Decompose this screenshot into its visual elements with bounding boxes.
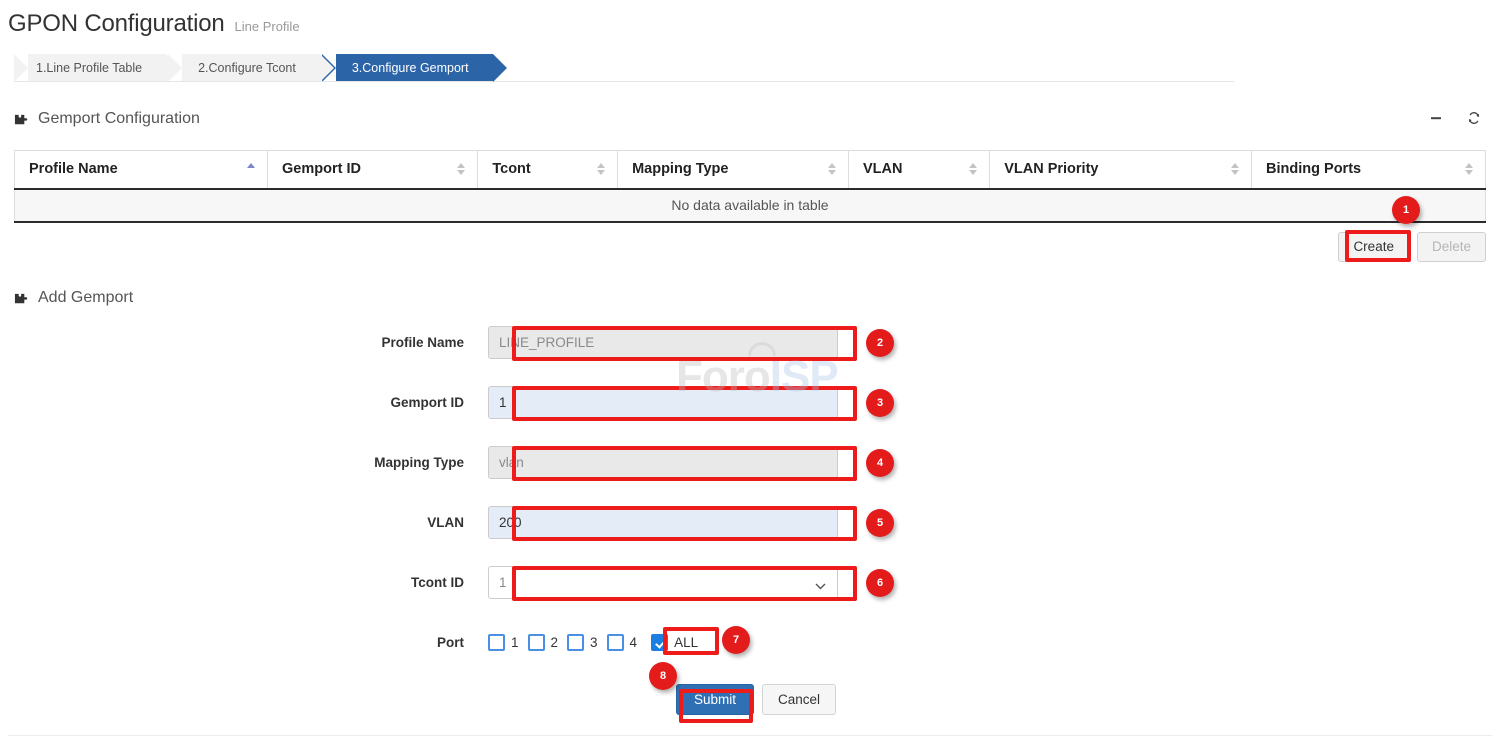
panel-title-label: Gemport Configuration xyxy=(38,110,200,128)
annotation-badge-8: 8 xyxy=(649,662,677,690)
bottom-divider xyxy=(8,735,1492,736)
port-2-label: 2 xyxy=(551,635,559,650)
form-row-port: Port 1 2 3 4 xyxy=(0,622,1500,662)
gemport-table-wrap: Profile Name Gemport ID Tcont Mapping Ty… xyxy=(14,150,1486,223)
column-label: Mapping Type xyxy=(632,161,728,177)
column-header-profile-name[interactable]: Profile Name xyxy=(15,151,268,189)
page-subtitle: Line Profile xyxy=(235,19,300,34)
sort-icon xyxy=(597,162,605,176)
vlan-field[interactable] xyxy=(488,506,838,539)
steps-divider xyxy=(14,81,1234,82)
port-item-4: 4 xyxy=(607,634,638,651)
annotation-badge-4: 4 xyxy=(866,449,894,477)
wizard-steps: 1.Line Profile Table 2.Configure Tcont 3… xyxy=(14,54,495,82)
port-item-3: 3 xyxy=(567,634,598,651)
column-label: Binding Ports xyxy=(1266,161,1361,177)
cancel-button[interactable]: Cancel xyxy=(762,684,836,715)
add-gemport-title: Add Gemport xyxy=(14,289,133,307)
create-button[interactable]: Create xyxy=(1338,232,1409,262)
port-1-checkbox[interactable] xyxy=(488,634,505,651)
step-label: 2.Configure Tcont xyxy=(198,61,296,75)
port-3-label: 3 xyxy=(590,635,598,650)
column-header-mapping-type[interactable]: Mapping Type xyxy=(618,151,849,189)
column-label: Tcont xyxy=(492,161,530,177)
sort-icon xyxy=(828,162,836,176)
profile-name-field xyxy=(488,326,838,359)
table-empty-message: No data available in table xyxy=(15,189,1486,222)
annotation-badge-3: 3 xyxy=(866,389,894,417)
table-action-buttons: Create Delete xyxy=(1338,232,1486,262)
step-label: 1.Line Profile Table xyxy=(36,61,142,75)
port-label: Port xyxy=(0,635,488,650)
annotation-badge-7: 7 xyxy=(722,626,750,654)
form-row-vlan: VLAN xyxy=(0,502,1500,542)
gemport-table: Profile Name Gemport ID Tcont Mapping Ty… xyxy=(14,150,1486,223)
column-header-vlan[interactable]: VLAN xyxy=(849,151,990,189)
mapping-type-label: Mapping Type xyxy=(0,455,488,470)
column-label: VLAN xyxy=(863,161,902,177)
panel-tools xyxy=(1428,110,1482,126)
table-empty-row: No data available in table xyxy=(15,189,1486,222)
form-buttons: Submit Cancel xyxy=(0,684,1500,715)
add-gemport-label: Add Gemport xyxy=(38,289,133,307)
port-2-checkbox[interactable] xyxy=(528,634,545,651)
sort-icon xyxy=(457,162,465,176)
column-label: Gemport ID xyxy=(282,161,361,177)
minus-icon[interactable] xyxy=(1428,110,1444,126)
tcont-id-label: Tcont ID xyxy=(0,575,488,590)
form-row-tcont-id: Tcont ID 1 xyxy=(0,562,1500,602)
sort-ascending-icon xyxy=(247,162,255,176)
port-3-checkbox[interactable] xyxy=(567,634,584,651)
port-item-2: 2 xyxy=(528,634,559,651)
sort-icon xyxy=(1231,162,1239,176)
annotation-badge-1: 1 xyxy=(1392,196,1420,224)
vlan-label: VLAN xyxy=(0,515,488,530)
gpon-configuration-page: GPON Configuration Line Profile 1.Line P… xyxy=(0,0,1500,744)
puzzle-icon xyxy=(14,291,29,306)
submit-button[interactable]: Submit xyxy=(676,684,754,715)
add-gemport-form: Profile Name Gemport ID Mapping Type VLA… xyxy=(0,322,1500,715)
port-item-all: ALL xyxy=(651,634,698,651)
column-header-gemport-id[interactable]: Gemport ID xyxy=(268,151,478,189)
column-header-binding-ports[interactable]: Binding Ports xyxy=(1252,151,1486,189)
annotation-badge-6: 6 xyxy=(866,569,894,597)
step-configure-gemport[interactable]: 3.Configure Gemport xyxy=(322,54,493,82)
page-title: GPON Configuration xyxy=(8,10,225,38)
page-header: GPON Configuration Line Profile xyxy=(8,10,300,38)
column-header-tcont[interactable]: Tcont xyxy=(478,151,618,189)
form-row-gemport-id: Gemport ID xyxy=(0,382,1500,422)
refresh-icon[interactable] xyxy=(1466,110,1482,126)
table-header-row: Profile Name Gemport ID Tcont Mapping Ty… xyxy=(15,151,1486,189)
column-label: VLAN Priority xyxy=(1004,161,1098,177)
step-configure-tcont[interactable]: 2.Configure Tcont xyxy=(168,54,320,82)
form-row-profile-name: Profile Name xyxy=(0,322,1500,362)
sort-icon xyxy=(1465,162,1473,176)
port-item-1: 1 xyxy=(488,634,519,651)
gemport-id-field[interactable] xyxy=(488,386,838,419)
form-row-mapping-type: Mapping Type xyxy=(0,442,1500,482)
sort-icon xyxy=(969,162,977,176)
step-label: 3.Configure Gemport xyxy=(352,61,469,75)
puzzle-icon xyxy=(14,112,29,127)
port-checkbox-group: 1 2 3 4 ALL xyxy=(488,634,707,651)
delete-button: Delete xyxy=(1417,232,1486,262)
profile-name-label: Profile Name xyxy=(0,335,488,350)
column-header-vlan-priority[interactable]: VLAN Priority xyxy=(990,151,1252,189)
gemport-configuration-title: Gemport Configuration xyxy=(14,110,200,128)
gemport-id-label: Gemport ID xyxy=(0,395,488,410)
column-label: Profile Name xyxy=(29,161,118,177)
port-all-label: ALL xyxy=(674,635,698,650)
port-1-label: 1 xyxy=(511,635,519,650)
annotation-badge-5: 5 xyxy=(866,509,894,537)
port-4-label: 4 xyxy=(630,635,638,650)
annotation-badge-2: 2 xyxy=(866,329,894,357)
port-4-checkbox[interactable] xyxy=(607,634,624,651)
mapping-type-field xyxy=(488,446,838,479)
tcont-id-select[interactable]: 1 xyxy=(488,566,838,599)
port-all-checkbox[interactable] xyxy=(651,634,668,651)
step-line-profile-table[interactable]: 1.Line Profile Table xyxy=(14,54,166,82)
